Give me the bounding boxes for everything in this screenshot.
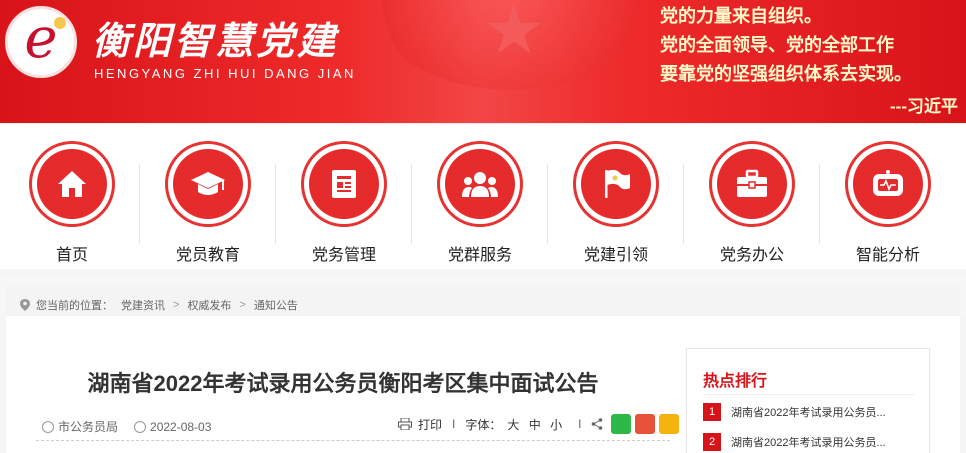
font-size-small[interactable]: 小 [550, 418, 562, 432]
nav-label: 首页 [55, 247, 88, 264]
breadcrumb-separator: > [173, 298, 180, 311]
briefcase-icon [717, 149, 787, 219]
party-flag-icon [581, 149, 651, 219]
monitor-icon [853, 149, 923, 219]
wechat-share-icon[interactable] [611, 414, 632, 434]
banner-decoration [360, 0, 660, 90]
home-icon [37, 149, 107, 219]
nav-label: 党建引领 [583, 247, 648, 264]
nav-label: 党务管理 [311, 247, 376, 264]
nav-item-analysis[interactable]: 智能分析 [820, 124, 956, 269]
nav-item-office[interactable]: 党务办公 [684, 124, 820, 269]
logo-e-icon: e [24, 6, 58, 71]
quote-line: 党的力量来自组织。 [660, 6, 822, 26]
rank-badge: 1 [703, 403, 721, 421]
hot-item[interactable]: 2 湖南省2022年考试录用公务员... [703, 433, 886, 451]
rank-badge: 2 [703, 433, 721, 451]
article-title: 湖南省2022年考试录用公务员衡阳考区集中面试公告 [87, 371, 599, 396]
banner-quote: 党的力量来自组织。 党的全面领导、党的全部工作 要靠党的坚强组织体系去实现。 [660, 2, 912, 89]
hot-item-text: 湖南省2022年考试录用公务员... [731, 437, 886, 449]
breadcrumb-bar: 您当前的位置： 党建资讯 > 权威发布 > 通知公告 [0, 269, 966, 324]
nav-label: 党群服务 [447, 247, 512, 264]
quote-line: 党的全面领导、党的全部工作 [660, 35, 894, 55]
font-size-label: 字体： [465, 417, 502, 432]
font-size-options: 大 中 小 [507, 416, 568, 433]
party-emblem-icon [54, 17, 66, 29]
divider [703, 394, 915, 395]
divider [36, 440, 670, 441]
nav-label: 智能分析 [855, 247, 920, 264]
site-title: 衡阳智慧党建 [92, 18, 339, 63]
font-size-medium[interactable]: 中 [529, 418, 541, 432]
breadcrumb-separator: > [239, 298, 246, 311]
print-button[interactable]: 打印 [418, 416, 442, 433]
site-subtitle: HENGYANG ZHI HUI DANG JIAN [94, 66, 356, 81]
hot-ranking-panel: 热点排行 1 湖南省2022年考试录用公务员... 2 湖南省2022年考试录用… [686, 348, 930, 453]
nav-item-service[interactable]: 党群服务 [412, 124, 548, 269]
font-size-large[interactable]: 大 [507, 418, 519, 432]
header-banner: e 衡阳智慧党建 HENGYANG ZHI HUI DANG JIAN 党的力量… [0, 0, 966, 123]
nav-item-home[interactable]: 首页 [4, 124, 140, 269]
people-icon [445, 149, 515, 219]
breadcrumb-link[interactable]: 通知公告 [254, 297, 298, 313]
nav-item-management[interactable]: 党务管理 [276, 124, 412, 269]
article-tools: 打印 I 字体： 大 中 小 I [398, 414, 680, 434]
qzone-share-icon[interactable] [659, 414, 680, 434]
nav-label: 党务办公 [719, 247, 784, 264]
breadcrumb-link[interactable]: 党建资讯 [121, 297, 165, 313]
graduation-cap-icon [173, 149, 243, 219]
location-pin-icon [20, 298, 30, 311]
article-date: 2022-08-03 [150, 419, 212, 434]
site-logo[interactable]: e [5, 6, 77, 78]
article-source: 市公务员局 [58, 420, 119, 434]
nav-item-education[interactable]: 党员教育 [140, 124, 276, 269]
hot-ranking-title: 热点排行 [703, 373, 768, 390]
tool-separator: I [578, 417, 582, 431]
nav-label: 党员教育 [175, 247, 240, 264]
breadcrumb-prefix: 您当前的位置： [36, 299, 113, 312]
main-content: 湖南省2022年考试录用公务员衡阳考区集中面试公告 市公务员局 2022-08-… [6, 316, 960, 453]
main-nav: 首页 党员教育 党务管理 党群服务 党建引领 党务办公 智能分析 [0, 123, 966, 269]
article-meta: 市公务员局 2022-08-03 [42, 418, 211, 435]
source-icon [42, 420, 54, 433]
nav-item-lead[interactable]: 党建引领 [548, 124, 684, 269]
breadcrumb-link[interactable]: 权威发布 [187, 297, 231, 313]
hot-item-text: 湖南省2022年考试录用公务员... [731, 407, 886, 419]
tool-separator: I [452, 417, 456, 431]
document-icon [309, 149, 379, 219]
clock-icon [134, 420, 147, 433]
printer-icon[interactable] [398, 418, 412, 430]
weibo-share-icon[interactable] [635, 414, 656, 434]
quote-author: ---习近平 [890, 97, 958, 116]
hot-item[interactable]: 1 湖南省2022年考试录用公务员... [703, 403, 886, 421]
quote-line: 要靠党的坚强组织体系去实现。 [660, 64, 912, 84]
share-icon [592, 418, 603, 430]
